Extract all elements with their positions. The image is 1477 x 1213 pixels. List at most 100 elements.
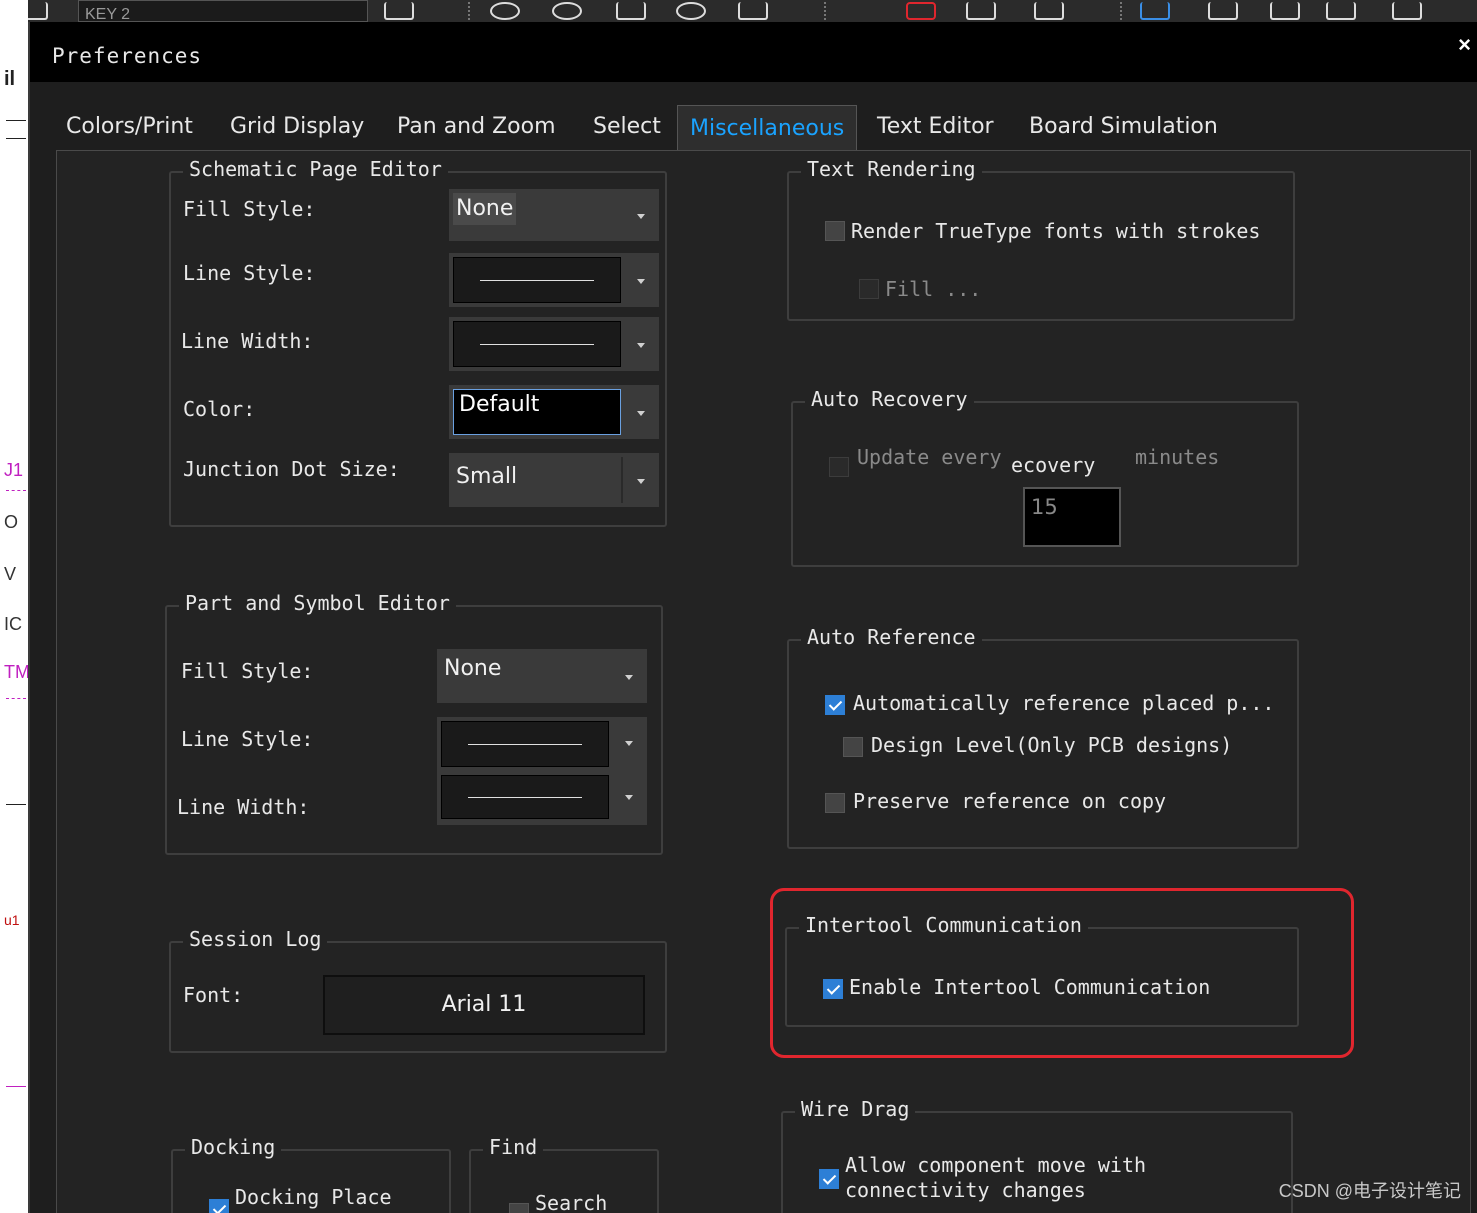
enable-intertool-checkbox[interactable] [823,979,843,999]
line-width-label: Line Width: [177,795,310,819]
chevron-down-icon [637,279,645,284]
fill-style-label: Fill Style: [183,197,316,221]
update-every-checkbox[interactable] [829,457,849,477]
color-value: Default [459,392,540,417]
group-title: Text Rendering [801,157,982,181]
toolbar-separator [1120,2,1122,20]
wire-icon[interactable] [906,2,936,20]
minutes-label: minutes [1135,445,1220,469]
background-mark: V [4,564,17,584]
line-style-label: Line Style: [183,261,316,285]
auto-reference-group: Auto Reference Automatically reference p… [787,625,1299,849]
junction-dot-size-select[interactable]: Small [449,453,659,507]
part-fill-style-value: None [444,656,502,681]
line-width-preview [453,321,621,367]
color-preview: Default [453,389,621,435]
miscellaneous-panel: Schematic Page Editor Fill Style: None L… [56,150,1471,1213]
title-bar[interactable]: Preferences × [30,22,1477,82]
docking-place-label: Docking Place [235,1185,392,1209]
fill-checkbox[interactable] [859,279,879,299]
part-line-width-preview [441,775,609,819]
background-dash [6,490,26,491]
zoom-fit-icon[interactable] [616,2,646,20]
session-log-group: Session Log Font: Arial 11 [169,927,667,1053]
line-width-label: Line Width: [181,329,314,353]
background-mark: u1 [4,912,20,928]
preserve-reference-checkbox[interactable] [825,793,845,813]
tab-colors-print[interactable]: Colors/Print [54,104,205,150]
zoom-area-icon[interactable] [676,2,706,20]
recovery-minutes-input[interactable]: 15 [1023,487,1121,547]
zoom-in-icon[interactable] [490,2,520,20]
fill-style-label: Fill Style: [181,659,314,683]
design-level-label: Design Level(Only PCB designs) [871,733,1233,757]
bus-icon[interactable] [1140,2,1170,20]
render-truetype-label: Render TrueType fonts with strokes [851,219,1261,243]
group-title: Part and Symbol Editor [179,591,456,615]
font-label: Font: [183,983,244,1007]
net-icon[interactable] [1270,2,1300,20]
search-checkbox[interactable] [509,1203,529,1213]
chevron-down-icon [637,411,645,416]
tab-select[interactable]: Select [581,104,673,150]
design-level-checkbox[interactable] [843,737,863,757]
background-mark: il [4,68,16,90]
background-toolbar-field[interactable]: KEY 2 [78,0,368,23]
chevron-down-icon [637,479,645,484]
toggle-icon[interactable] [844,2,874,20]
update-every-label: Update every [857,445,1002,469]
module-icon[interactable] [1208,2,1238,20]
fill-label: Fill ... [885,277,982,301]
pin-icon[interactable] [1326,2,1356,20]
font-picker-button[interactable]: Arial 11 [323,975,645,1035]
auto-recovery-group: Auto Recovery Update every ecovery minut… [791,387,1299,567]
render-truetype-checkbox[interactable] [825,221,845,241]
line-style-select[interactable] [449,253,659,307]
edit-icon[interactable] [1034,2,1064,20]
allow-component-move-label: Allow component move with [845,1153,1147,1177]
part-fill-style-select[interactable]: None [437,649,647,703]
docking-group: Docking Docking Place [171,1135,451,1213]
color-select[interactable]: Default [449,385,659,439]
group-title: Session Log [183,927,328,951]
auto-recovery-overlap-text: ecovery [1011,453,1096,477]
wire-drag-group: Wire Drag Allow component move with conn… [781,1097,1293,1213]
tab-text-editor[interactable]: Text Editor [865,104,1006,150]
folder-icon[interactable] [738,2,768,20]
fill-style-select[interactable]: None [449,189,659,241]
schematic-page-editor-group: Schematic Page Editor Fill Style: None L… [169,157,667,527]
junction-dot-size-label: Junction Dot Size: [183,457,400,481]
group-title: Auto Reference [801,625,982,649]
chevron-down-icon [625,675,633,680]
junction-dot-size-value: Small [456,464,518,489]
document-icon[interactable] [1392,2,1422,20]
combo-separator [621,457,623,503]
tab-board-simulation[interactable]: Board Simulation [1017,104,1230,150]
part-symbol-editor-group: Part and Symbol Editor Fill Style: None … [165,591,663,855]
toolbar-place-icon[interactable] [384,2,414,20]
tab-bar: Colors/Print Grid Display Pan and Zoom S… [54,104,1454,151]
allow-component-move-label-line2: connectivity changes [845,1178,1086,1202]
allow-component-move-checkbox[interactable] [819,1169,839,1189]
background-line [6,1086,26,1087]
toolbar-separator [468,2,470,20]
part-line-style-preview [441,721,609,767]
background-line [6,804,26,805]
tab-grid-display[interactable]: Grid Display [218,104,376,150]
part-line-style-select[interactable] [437,717,647,825]
toolbar-separator [824,2,826,20]
zoom-out-icon[interactable] [552,2,582,20]
tab-pan-and-zoom[interactable]: Pan and Zoom [385,104,568,150]
chevron-down-icon [637,343,645,348]
line-style-preview [453,257,621,303]
close-icon[interactable]: × [1458,32,1471,58]
group-title: Intertool Communication [799,913,1088,937]
line-style-label: Line Style: [181,727,314,751]
table-icon[interactable] [966,2,996,20]
auto-reference-checkbox[interactable] [825,695,845,715]
group-title: Docking [185,1135,282,1159]
line-width-select[interactable] [449,317,659,371]
docking-place-checkbox[interactable] [209,1199,229,1213]
chevron-down-icon [625,795,633,800]
tab-miscellaneous[interactable]: Miscellaneous [677,105,858,151]
